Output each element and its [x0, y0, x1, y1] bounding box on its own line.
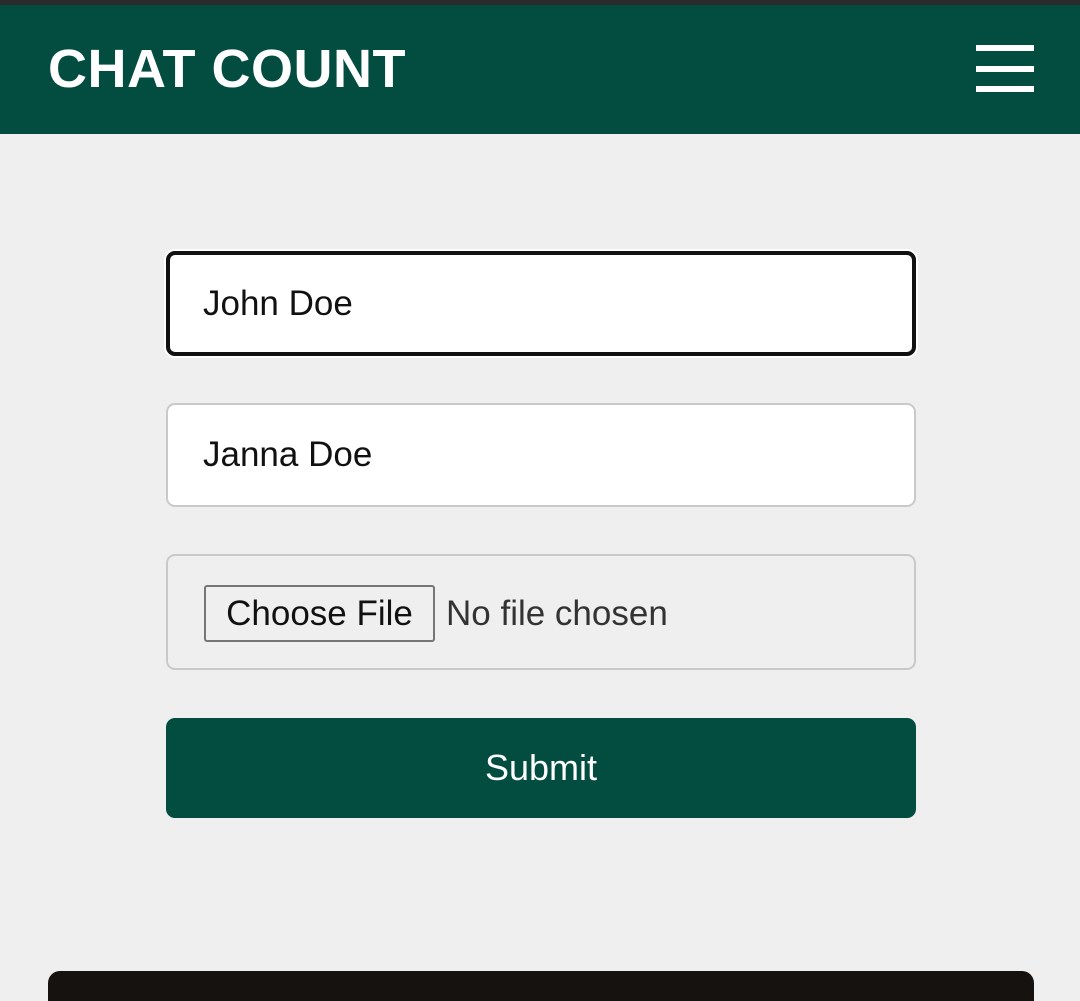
app-header: CHAT COUNT [0, 5, 1080, 134]
first-name-input[interactable] [166, 251, 916, 356]
menu-bar-middle [976, 66, 1034, 72]
menu-bar-bottom [976, 86, 1034, 92]
submit-button[interactable]: Submit [166, 718, 916, 818]
file-status-text: No file chosen [446, 594, 668, 633]
footer-bar [48, 971, 1034, 1001]
second-name-input[interactable] [166, 403, 916, 507]
menu-bar-top [976, 45, 1034, 51]
file-upload-field: Choose File No file chosen [166, 554, 916, 670]
app-title: CHAT COUNT [48, 39, 406, 99]
hamburger-menu-icon[interactable] [968, 39, 1042, 99]
choose-file-button[interactable]: Choose File [204, 585, 435, 642]
